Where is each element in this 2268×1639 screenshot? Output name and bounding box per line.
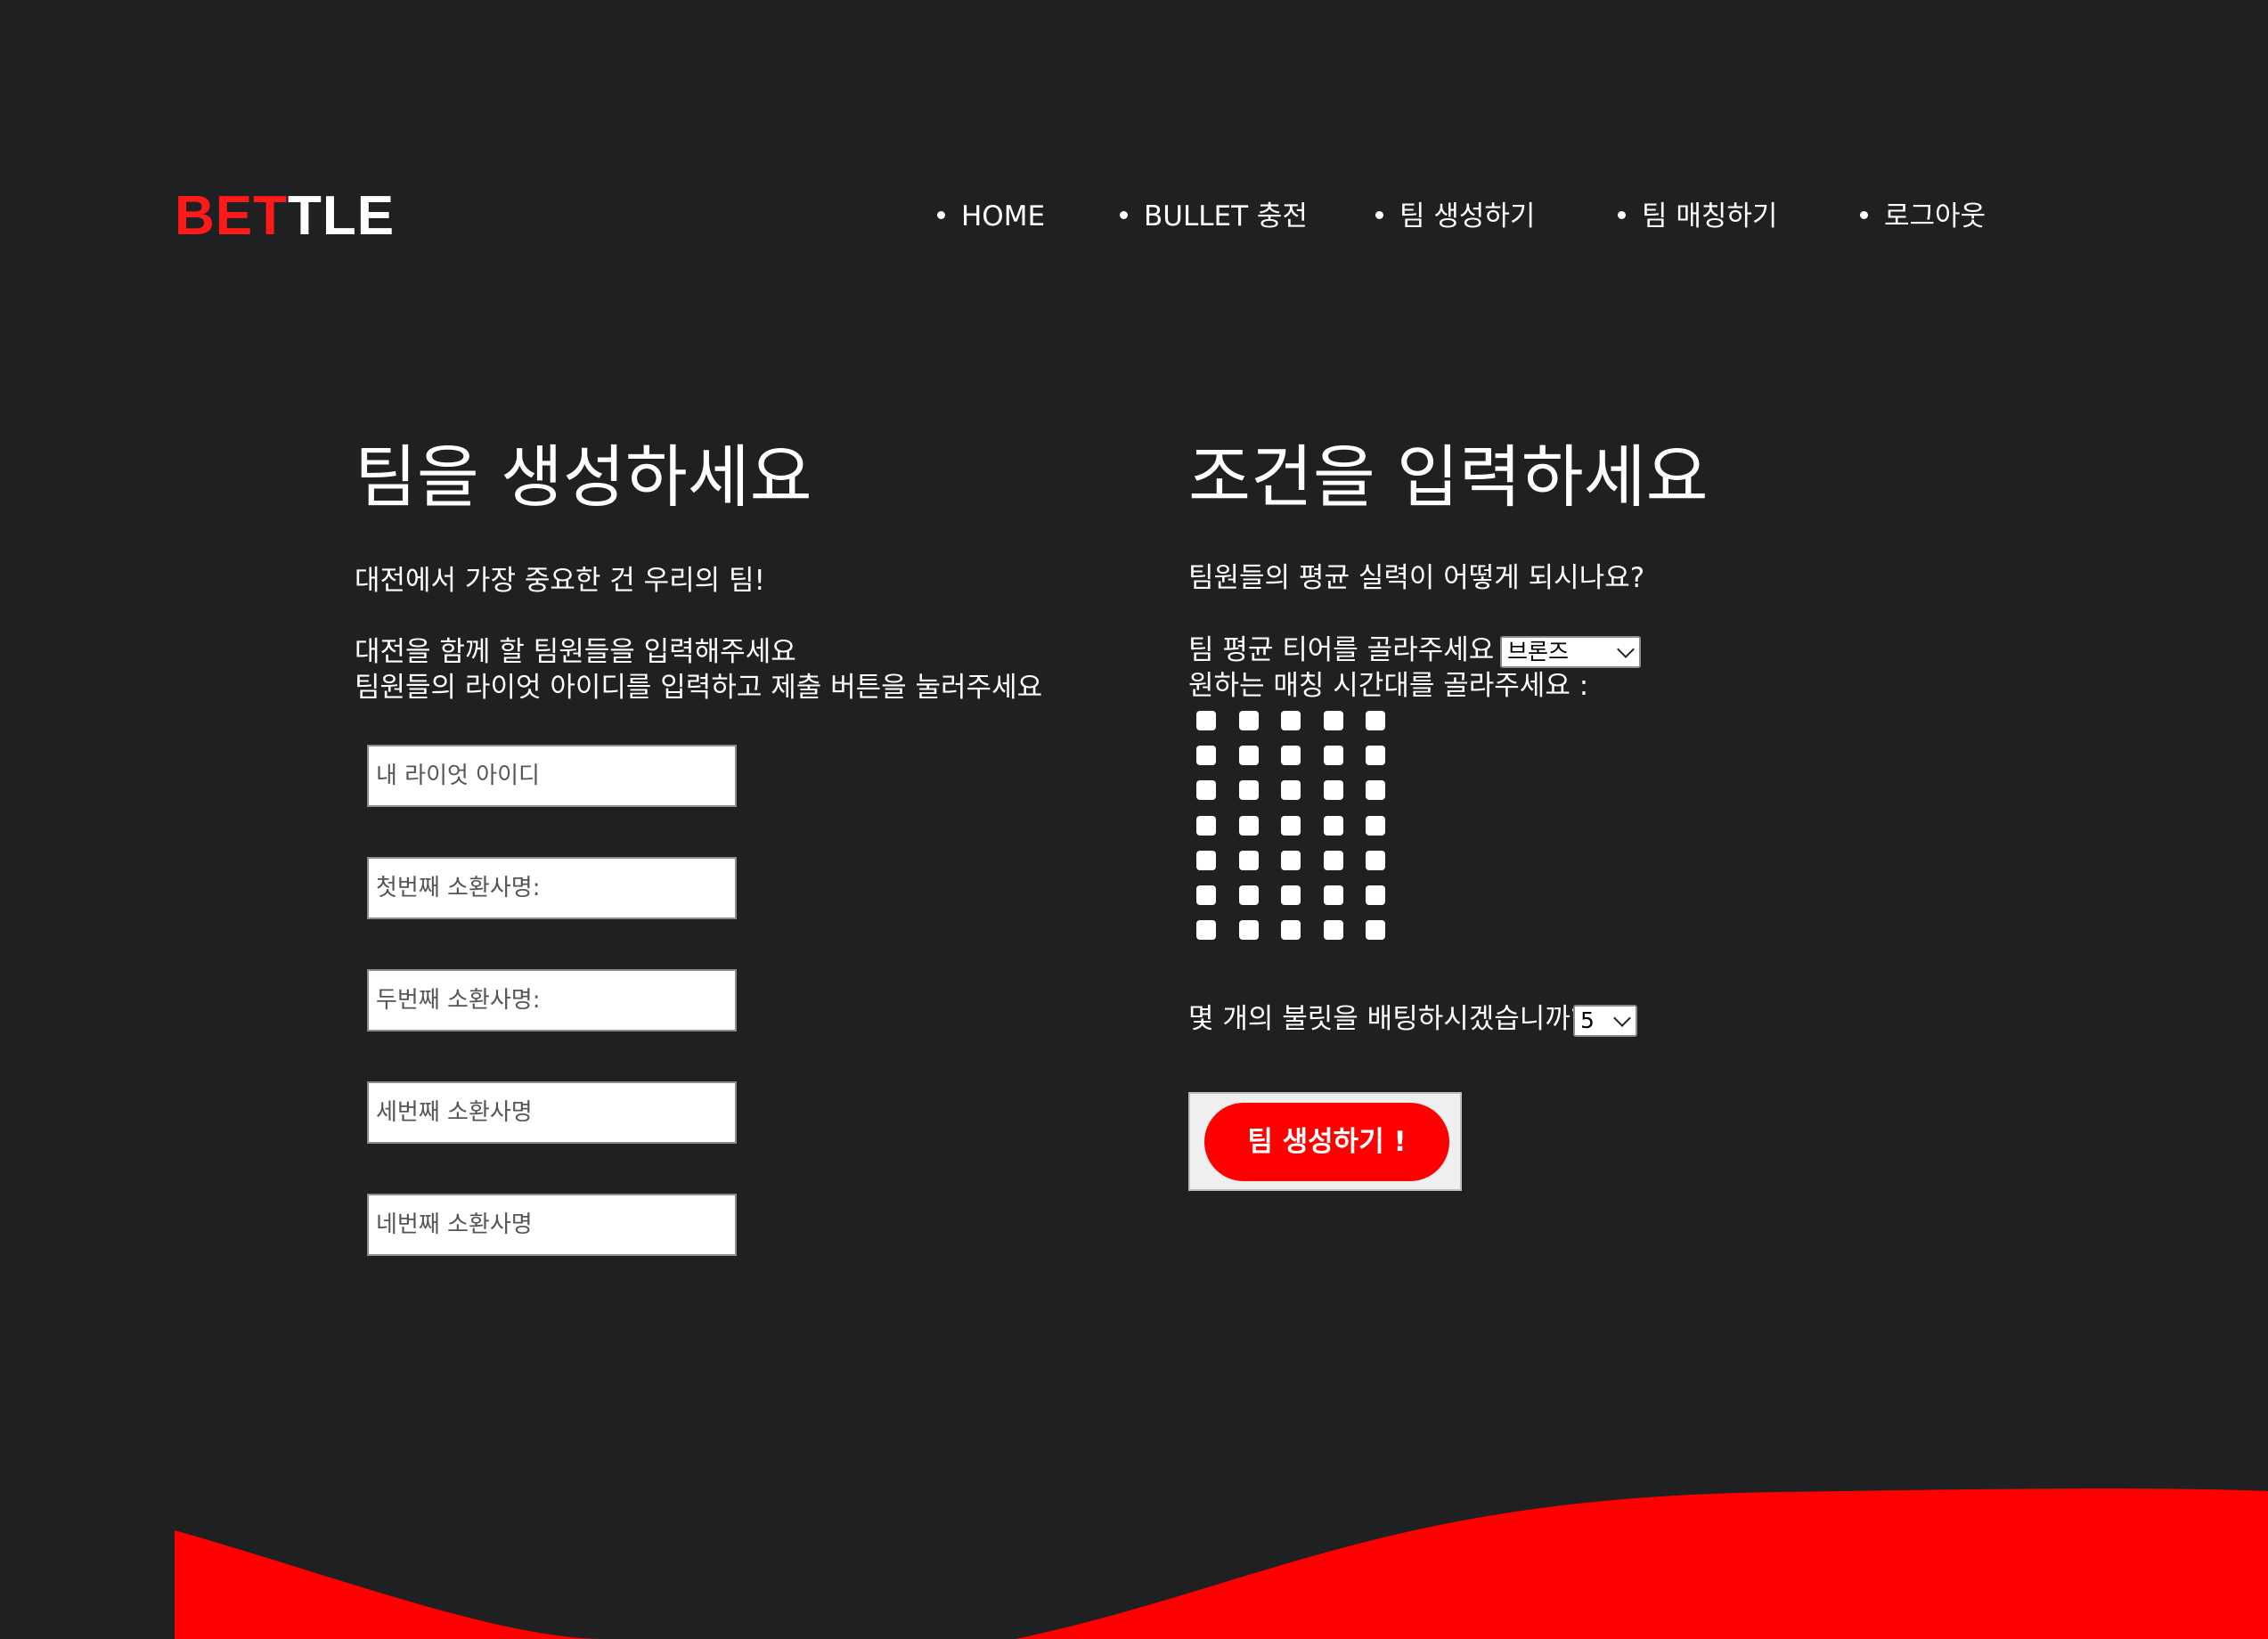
time-slot-checkbox[interactable] xyxy=(1196,746,1216,765)
summoner-2-input[interactable] xyxy=(367,969,737,1032)
bullet-icon xyxy=(1375,211,1383,219)
time-slot-checkbox[interactable] xyxy=(1196,885,1216,905)
tier-label: 팀 평균 티어를 골라주세요 : xyxy=(1188,634,1513,666)
instruction-text-2: 팀원들의 라이엇 아이디를 입력하고 제출 버튼을 눌러주세요 xyxy=(355,672,1043,704)
nav-item-logout[interactable]: 로그아웃 xyxy=(1860,194,1986,239)
bullet-icon xyxy=(1860,211,1868,219)
time-slot-checkbox[interactable] xyxy=(1324,885,1343,905)
time-slot-checkbox[interactable] xyxy=(1281,746,1301,765)
intro-text: 대전에서 가장 중요한 건 우리의 팀! xyxy=(355,565,765,597)
bullet-icon xyxy=(937,211,945,219)
chevron-down-icon xyxy=(1613,1009,1631,1027)
time-slot-checkbox[interactable] xyxy=(1196,816,1216,836)
time-slot-checkbox[interactable] xyxy=(1281,920,1301,940)
time-slot-checkbox[interactable] xyxy=(1324,920,1343,940)
nav-item-label: BULLET 충전 xyxy=(1144,200,1308,232)
summoner-3-input[interactable] xyxy=(367,1081,737,1144)
time-slot-checkbox[interactable] xyxy=(1239,885,1259,905)
nav-item-label: 로그아웃 xyxy=(1884,200,1987,232)
time-slot-checkbox[interactable] xyxy=(1239,746,1259,765)
time-slot-checkbox[interactable] xyxy=(1196,920,1216,940)
submit-button-frame: 팀 생성하기 ! xyxy=(1188,1092,1462,1191)
time-slot-checkbox[interactable] xyxy=(1324,780,1343,800)
time-checkbox-grid xyxy=(1196,711,1392,948)
time-slot-checkbox[interactable] xyxy=(1239,920,1259,940)
bet-select-value: 5 xyxy=(1580,1007,1595,1033)
time-slot-checkbox[interactable] xyxy=(1281,816,1301,836)
chevron-down-icon xyxy=(1617,640,1635,658)
time-slot-checkbox[interactable] xyxy=(1239,816,1259,836)
time-slot-checkbox[interactable] xyxy=(1281,711,1301,730)
summoner-4-input[interactable] xyxy=(367,1194,737,1256)
skill-question: 팀원들의 평균 실력이 어떻게 되시나요? xyxy=(1188,562,1645,594)
instruction-text-1: 대전을 함께 할 팀원들을 입력해주세요 xyxy=(355,636,796,668)
nav-item-label: HOME xyxy=(961,200,1046,232)
time-slot-checkbox[interactable] xyxy=(1324,851,1343,870)
time-label: 원하는 매칭 시간대를 골라주세요 : xyxy=(1188,670,1589,702)
time-slot-checkbox[interactable] xyxy=(1281,885,1301,905)
time-slot-checkbox[interactable] xyxy=(1239,780,1259,800)
time-slot-checkbox[interactable] xyxy=(1366,851,1385,870)
bet-select[interactable]: 5 xyxy=(1573,1005,1637,1037)
time-slot-checkbox[interactable] xyxy=(1196,780,1216,800)
nav-item-match-team[interactable]: 팀 매칭하기 xyxy=(1618,194,1777,239)
conditions-heading: 조건을 입력하세요 xyxy=(1188,437,1709,517)
time-slot-checkbox[interactable] xyxy=(1366,816,1385,836)
time-slot-checkbox[interactable] xyxy=(1366,920,1385,940)
bet-label: 몇 개의 불릿을 배팅하시겠습니까? xyxy=(1188,1003,1586,1035)
nav-item-label: 팀 생성하기 xyxy=(1399,200,1536,232)
time-slot-checkbox[interactable] xyxy=(1239,851,1259,870)
time-slot-checkbox[interactable] xyxy=(1196,711,1216,730)
tier-select[interactable]: 브론즈 xyxy=(1500,636,1641,668)
time-slot-checkbox[interactable] xyxy=(1281,851,1301,870)
time-slot-checkbox[interactable] xyxy=(1366,746,1385,765)
create-team-heading: 팀을 생성하세요 xyxy=(355,437,812,517)
time-slot-checkbox[interactable] xyxy=(1324,711,1343,730)
nav-item-label: 팀 매칭하기 xyxy=(1642,200,1778,232)
nav-item-bullet-charge[interactable]: BULLET 충전 xyxy=(1120,194,1308,239)
nav-item-create-team[interactable]: 팀 생성하기 xyxy=(1375,194,1535,239)
riot-id-input[interactable] xyxy=(367,745,737,807)
time-slot-checkbox[interactable] xyxy=(1324,746,1343,765)
time-slot-checkbox[interactable] xyxy=(1281,780,1301,800)
time-slot-checkbox[interactable] xyxy=(1366,885,1385,905)
bullet-icon xyxy=(1618,211,1626,219)
red-wave-decoration xyxy=(175,1488,2268,1639)
create-team-submit-button[interactable]: 팀 생성하기 ! xyxy=(1204,1103,1449,1181)
time-slot-checkbox[interactable] xyxy=(1239,711,1259,730)
time-slot-checkbox[interactable] xyxy=(1324,816,1343,836)
main-nav: HOME BULLET 충전 팀 생성하기 팀 매칭하기 로그아웃 xyxy=(0,194,2268,239)
time-slot-checkbox[interactable] xyxy=(1366,780,1385,800)
summoner-1-input[interactable] xyxy=(367,857,737,919)
time-slot-checkbox[interactable] xyxy=(1366,711,1385,730)
tier-select-value: 브론즈 xyxy=(1507,639,1570,665)
bullet-icon xyxy=(1120,211,1128,219)
time-slot-checkbox[interactable] xyxy=(1196,851,1216,870)
nav-item-home[interactable]: HOME xyxy=(937,194,1045,239)
